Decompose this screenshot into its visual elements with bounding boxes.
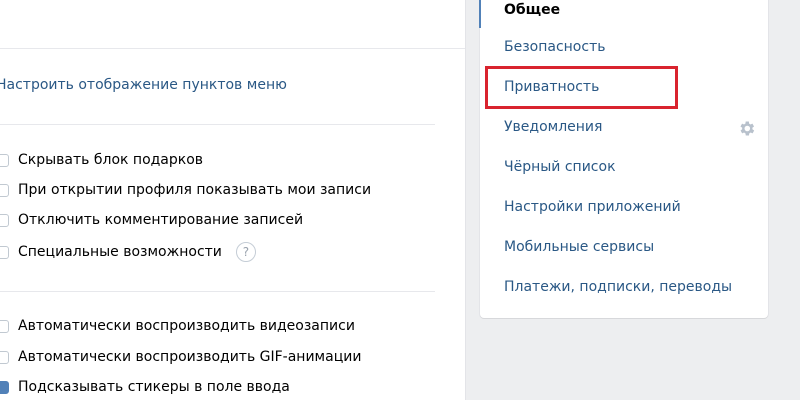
- option-label: Скрывать блок подарков: [18, 152, 204, 168]
- help-icon[interactable]: ?: [235, 242, 256, 262]
- nav-item-privacy[interactable]: Приватность: [480, 67, 768, 107]
- nav-item-notifications[interactable]: Уведомления: [480, 107, 768, 147]
- checkbox[interactable]: [0, 213, 9, 227]
- nav-item-payments[interactable]: Платежи, подписки, переводы: [480, 267, 768, 307]
- nav-item-blacklist[interactable]: Чёрный список: [480, 147, 768, 187]
- option-hide-gifts[interactable]: Скрывать блок подарков: [0, 149, 203, 171]
- checkbox[interactable]: [0, 183, 9, 197]
- settings-panel: Настроить отображение пунктов меню Скрыв…: [0, 0, 465, 400]
- checkbox[interactable]: [0, 319, 9, 333]
- option-label: Подсказывать стикеры в поле ввода: [18, 379, 290, 395]
- customize-menu-link[interactable]: Настроить отображение пунктов меню: [0, 77, 287, 93]
- option-show-my-posts[interactable]: При открытии профиля показывать мои запи…: [0, 179, 371, 201]
- option-label: Отключить комментирование записей: [18, 212, 304, 228]
- option-label: При открытии профиля показывать мои запи…: [18, 182, 372, 198]
- option-disable-comments[interactable]: Отключить комментирование записей: [0, 209, 303, 231]
- option-autoplay-video[interactable]: Автоматически воспроизводить видеозаписи: [0, 315, 355, 337]
- option-autoplay-gif[interactable]: Автоматически воспроизводить GIF-анимаци…: [0, 346, 361, 368]
- gear-icon[interactable]: [737, 119, 756, 138]
- option-label: Специальные возможности: [18, 244, 222, 260]
- nav-item-general[interactable]: Общее: [480, 0, 768, 30]
- checkbox[interactable]: [0, 245, 9, 259]
- nav-item-mobile-services[interactable]: Мобильные сервисы: [480, 227, 768, 267]
- active-indicator: [479, 0, 481, 28]
- checkbox[interactable]: [0, 153, 9, 167]
- checkbox[interactable]: [0, 350, 9, 364]
- nav-item-security[interactable]: Безопасность: [480, 27, 768, 67]
- option-label: Автоматически воспроизводить GIF-анимаци…: [18, 349, 362, 365]
- checkbox[interactable]: [0, 380, 9, 394]
- divider: [0, 291, 435, 292]
- divider: [0, 48, 465, 49]
- settings-nav: Общее Безопасность Приватность Уведомлен…: [480, 0, 768, 318]
- divider: [0, 124, 435, 125]
- option-label: Автоматически воспроизводить видеозаписи: [18, 318, 355, 334]
- option-accessibility[interactable]: Специальные возможности ?: [0, 241, 256, 263]
- option-suggest-stickers[interactable]: Подсказывать стикеры в поле ввода: [0, 376, 290, 398]
- nav-item-app-settings[interactable]: Настройки приложений: [480, 187, 768, 227]
